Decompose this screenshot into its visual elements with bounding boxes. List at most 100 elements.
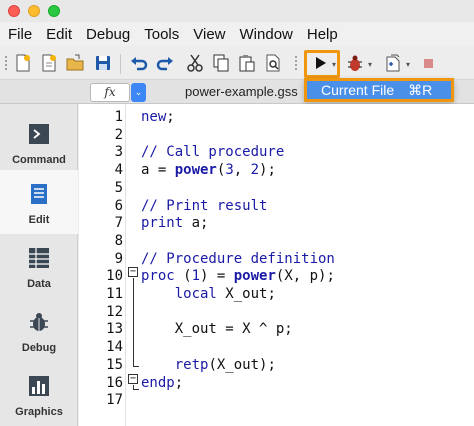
fold-guide-end xyxy=(132,389,139,390)
step-dropdown-caret-icon[interactable]: ▾ xyxy=(406,60,410,69)
line-number: 9 xyxy=(114,250,123,267)
stop-icon xyxy=(424,59,433,68)
menu-tools[interactable]: Tools xyxy=(144,26,179,43)
menu-edit[interactable]: Edit xyxy=(46,26,72,43)
code-line[interactable]: proc (1) = power(X, p); xyxy=(141,268,335,286)
code-line[interactable]: new; xyxy=(141,109,175,127)
line-number: 2 xyxy=(114,126,123,143)
find-button[interactable] xyxy=(262,52,284,74)
sidebar-item-label: Edit xyxy=(28,214,50,226)
code-editor[interactable]: 1 new; 2 3 // Call procedure 4 a = power(3, 2)… xyxy=(79,104,474,426)
menu-help[interactable]: Help xyxy=(307,26,338,43)
sidebar-item-graphics[interactable]: Graphics xyxy=(0,362,78,426)
line-number: 11 xyxy=(106,286,123,302)
line-number: 7 xyxy=(114,215,123,232)
menu-item-current-file[interactable]: Current File ⌘R xyxy=(304,78,454,102)
paste-icon xyxy=(239,55,255,72)
menu-bar: File Edit Debug Tools View Window Help xyxy=(0,22,474,46)
open-folder-icon xyxy=(66,54,84,71)
menu-item-label: Current File xyxy=(321,82,395,98)
line-number: 15 xyxy=(106,356,123,373)
new-from-template-button[interactable] xyxy=(38,52,60,74)
copy-icon xyxy=(213,54,229,72)
undo-button[interactable] xyxy=(128,52,150,74)
menu-view[interactable]: View xyxy=(193,26,225,43)
scissors-icon xyxy=(187,54,203,72)
bug-icon xyxy=(348,55,362,71)
code-line[interactable]: retp(X_out); xyxy=(141,357,276,375)
toolbar: ▾ ▾ ▾ xyxy=(0,46,474,80)
zoom-window-button[interactable] xyxy=(48,5,60,17)
sidebar-item-label: Debug xyxy=(21,342,57,354)
line-number: 4 xyxy=(114,162,123,179)
redo-icon xyxy=(156,57,173,71)
sidebar-item-debug[interactable]: Debug xyxy=(0,298,78,362)
function-input[interactable]: fx xyxy=(90,83,130,102)
run-button-highlight xyxy=(304,50,340,78)
menu-item-shortcut: ⌘R xyxy=(408,82,433,98)
code-line[interactable]: // Call procedure xyxy=(141,144,284,162)
fold-guide xyxy=(132,385,134,389)
line-number: 6 xyxy=(114,197,123,214)
line-number: 13 xyxy=(106,321,123,338)
stop-button[interactable] xyxy=(418,52,440,74)
document-icon xyxy=(31,184,47,204)
line-number: 3 xyxy=(114,144,123,161)
toolbar-grip[interactable] xyxy=(294,55,298,71)
tab-power-example[interactable]: power-example.gss xyxy=(185,80,305,104)
save-button[interactable] xyxy=(92,52,114,74)
undo-icon xyxy=(131,57,148,71)
menu-debug[interactable]: Debug xyxy=(86,26,130,43)
sidebar-item-data[interactable]: Data xyxy=(0,234,78,298)
mode-sidebar: Command Edit Data Debug Graphics xyxy=(0,104,78,426)
cut-button[interactable] xyxy=(184,52,206,74)
find-file-icon xyxy=(266,54,280,72)
fold-toggle-icon[interactable]: − xyxy=(128,374,138,384)
line-number: 10 xyxy=(106,268,123,285)
run-dropdown-menu: Current File ⌘R xyxy=(304,78,454,102)
paste-button[interactable] xyxy=(236,52,258,74)
bug-icon xyxy=(30,313,48,331)
line-number: 8 xyxy=(114,232,123,249)
title-bar xyxy=(0,0,474,22)
debug-run-button[interactable] xyxy=(344,52,366,74)
code-line[interactable]: endp; xyxy=(141,375,183,393)
step-document-icon xyxy=(386,54,400,72)
redo-button[interactable] xyxy=(154,52,176,74)
function-dropdown-chevron-icon[interactable]: ⌄ xyxy=(131,83,146,102)
toolbar-separator xyxy=(120,54,121,74)
menu-file[interactable]: File xyxy=(8,26,32,43)
code-line[interactable]: // Procedure definition xyxy=(141,251,335,269)
line-number: 12 xyxy=(106,303,123,320)
code-line[interactable]: // Print result xyxy=(141,198,267,216)
line-number: 14 xyxy=(106,339,123,356)
code-line[interactable]: print a; xyxy=(141,215,208,233)
close-window-button[interactable] xyxy=(8,5,20,17)
new-template-icon xyxy=(42,54,56,72)
new-file-icon xyxy=(16,54,30,72)
open-folder-button[interactable] xyxy=(64,52,86,74)
new-file-button[interactable] xyxy=(12,52,34,74)
menu-window[interactable]: Window xyxy=(240,26,293,43)
fold-guide xyxy=(132,278,134,366)
debug-dropdown-caret-icon[interactable]: ▾ xyxy=(368,60,372,69)
sidebar-item-command[interactable]: Command xyxy=(0,110,78,174)
save-icon xyxy=(96,56,110,70)
step-button[interactable] xyxy=(382,52,404,74)
sidebar-item-edit[interactable]: Edit xyxy=(0,170,78,234)
code-line[interactable]: X_out = X ^ p; xyxy=(141,321,293,339)
sidebar-item-label: Command xyxy=(12,154,66,166)
table-icon xyxy=(29,248,49,268)
fold-toggle-icon[interactable]: − xyxy=(128,267,138,277)
fold-guide-end xyxy=(132,366,139,367)
bar-chart-icon xyxy=(29,376,49,396)
toolbar-grip[interactable] xyxy=(4,55,8,71)
minimize-window-button[interactable] xyxy=(28,5,40,17)
code-line[interactable]: a = power(3, 2); xyxy=(141,162,276,180)
sidebar-item-label: Graphics xyxy=(15,406,63,418)
line-number: 5 xyxy=(114,179,123,196)
code-line[interactable]: local X_out; xyxy=(141,286,276,304)
line-number: 16 xyxy=(106,374,123,391)
copy-button[interactable] xyxy=(210,52,232,74)
sidebar-item-label: Data xyxy=(27,278,51,290)
